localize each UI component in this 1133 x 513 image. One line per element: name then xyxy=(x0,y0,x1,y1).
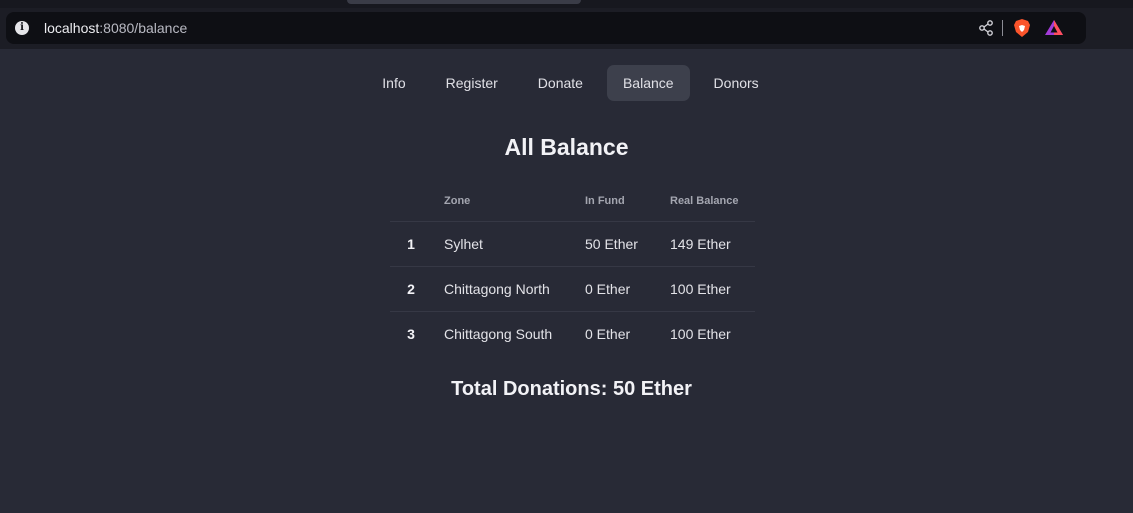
info-icon[interactable]: i xyxy=(15,21,29,35)
header-index xyxy=(390,181,432,222)
row-in-fund: 0 Ether xyxy=(573,266,658,312)
url-path: :8080/balance xyxy=(99,20,188,36)
header-zone: Zone xyxy=(432,181,573,222)
row-zone: Sylhet xyxy=(432,221,573,267)
table-row: 2 Chittagong North 0 Ether 100 Ether xyxy=(390,266,755,312)
brave-rewards-triangle-icon[interactable] xyxy=(1044,18,1064,38)
share-icon[interactable] xyxy=(978,20,994,36)
toolbar-divider xyxy=(1002,20,1003,36)
main-nav: Info Register Donate Balance Donors xyxy=(0,65,1133,101)
row-in-fund: 0 Ether xyxy=(585,325,631,342)
header-real-balance: Real Balance xyxy=(658,181,755,222)
url-text[interactable]: localhost:8080/balance xyxy=(44,12,187,44)
url-host: localhost xyxy=(44,20,100,36)
table-row: 3 Chittagong South 0 Ether 100 Ether xyxy=(390,311,755,356)
row-index: 2 xyxy=(390,266,432,312)
browser-tab-edge[interactable] xyxy=(347,0,581,4)
balance-table: Zone In Fund Real Balance 1 Sylhet 50 Et… xyxy=(390,181,755,356)
brave-shield-icon[interactable] xyxy=(1012,18,1032,38)
row-zone: Chittagong North xyxy=(432,266,573,312)
total-donations: Total Donations: 50 Ether xyxy=(451,378,692,400)
nav-info[interactable]: Info xyxy=(366,65,421,101)
row-real-balance: 149 Ether xyxy=(658,221,755,267)
page-title: All Balance xyxy=(504,134,629,160)
nav-donate[interactable]: Donate xyxy=(522,65,599,101)
row-index: 1 xyxy=(390,221,432,267)
table-row: 1 Sylhet 50 Ether 149 Ether xyxy=(390,221,755,267)
row-in-fund: 50 Ether xyxy=(573,221,658,267)
row-real-balance: 100 Ether xyxy=(670,325,731,342)
table-header-row: Zone In Fund Real Balance xyxy=(390,181,755,222)
row-real-balance: 100 Ether xyxy=(658,266,755,312)
row-index: 3 xyxy=(407,325,415,342)
nav-register[interactable]: Register xyxy=(430,65,514,101)
nav-balance[interactable]: Balance xyxy=(606,65,690,101)
row-zone: Chittagong South xyxy=(444,325,553,342)
nav-donors[interactable]: Donors xyxy=(698,65,775,101)
header-in-fund: In Fund xyxy=(573,181,658,222)
address-bar[interactable]: i localhost:8080/balance xyxy=(6,12,1086,44)
